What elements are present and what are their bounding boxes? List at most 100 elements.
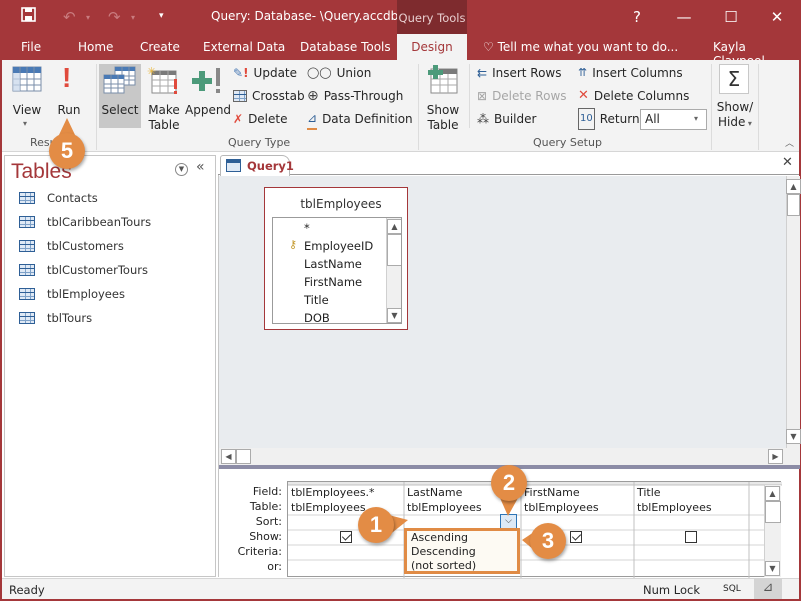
- nav-item-tblemployees[interactable]: tblEmployees: [19, 282, 125, 306]
- tab-file[interactable]: File: [21, 40, 41, 54]
- nav-item-label: tblEmployees: [47, 287, 125, 301]
- tab-home[interactable]: Home: [78, 40, 113, 54]
- pass-through-query-button[interactable]: ⊕ Pass-Through: [307, 86, 417, 106]
- grid-cell-field[interactable]: tblEmployees.*: [288, 485, 404, 500]
- select-query-button[interactable]: Select: [99, 64, 141, 128]
- tab-external-data[interactable]: External Data: [203, 40, 285, 54]
- show-checkbox[interactable]: [570, 531, 582, 543]
- crosstab-query-button[interactable]: Crosstab: [233, 86, 305, 106]
- svg-text:✳: ✳: [147, 65, 156, 78]
- table-icon: [19, 288, 35, 300]
- field-item[interactable]: DOB: [304, 309, 330, 323]
- close-button[interactable]: ✕: [757, 4, 797, 30]
- tell-me-search[interactable]: ♡ Tell me what you want to do...: [483, 40, 678, 54]
- show-hide-label: Show/Hide ▾: [716, 100, 754, 129]
- redo-dropdown-icon[interactable]: ▾: [131, 13, 135, 22]
- field-list: * ⚷ EmployeeID LastName FirstName Title …: [272, 217, 402, 324]
- status-bar: Ready Num Lock SQL ⊿: [2, 578, 799, 599]
- scroll-down-icon[interactable]: ▼: [765, 561, 780, 576]
- scroll-up-icon[interactable]: ▲: [765, 486, 780, 501]
- sort-option-descending[interactable]: Descending: [411, 545, 476, 559]
- nav-item-tblcustomertours[interactable]: tblCustomerTours: [19, 258, 148, 282]
- tab-query1[interactable]: Query1: [220, 155, 294, 176]
- undo-dropdown-icon[interactable]: ▾: [86, 13, 90, 22]
- tell-me-text: Tell me what you want to do...: [497, 40, 679, 54]
- scroll-right-icon[interactable]: ▶: [768, 449, 783, 464]
- builder-button[interactable]: ⁂ Builder: [477, 109, 572, 129]
- nav-item-tbltours[interactable]: tblTours: [19, 306, 92, 330]
- sort-option-not-sorted[interactable]: (not sorted): [411, 559, 476, 573]
- field-item[interactable]: FirstName: [304, 273, 362, 291]
- upper-vertical-scrollbar[interactable]: ▲ ▼: [786, 176, 801, 448]
- field-item[interactable]: Title: [304, 291, 329, 309]
- scroll-thumb[interactable]: [765, 501, 781, 523]
- union-icon: ◯◯: [307, 66, 332, 79]
- field-item[interactable]: *: [304, 219, 310, 237]
- view-icon: [12, 66, 42, 92]
- grid-cell-table[interactable]: tblEmployees: [404, 500, 521, 515]
- minimize-button[interactable]: —: [664, 4, 704, 30]
- grid-vertical-scrollbar[interactable]: ▲ ▼: [764, 485, 781, 577]
- help-button[interactable]: ?: [617, 4, 657, 30]
- tab-database-tools[interactable]: Database Tools: [300, 40, 391, 54]
- show-checkbox[interactable]: [685, 531, 697, 543]
- grid-cell-field[interactable]: FirstName: [521, 485, 634, 500]
- show-table-button[interactable]: Show Table: [422, 64, 464, 134]
- grid-cell-table[interactable]: tblEmployees: [634, 500, 749, 515]
- scroll-down-icon[interactable]: ▼: [387, 308, 401, 323]
- field-list-tblemployees[interactable]: tblEmployees * ⚷ EmployeeID LastName Fir…: [264, 187, 408, 330]
- undo-icon[interactable]: ↶: [63, 8, 76, 26]
- redo-icon[interactable]: ↷: [108, 8, 121, 26]
- tab-create[interactable]: Create: [140, 40, 180, 54]
- collapse-ribbon-icon[interactable]: ︿: [785, 136, 794, 149]
- field-item[interactable]: LastName: [304, 255, 362, 273]
- sort-option-ascending[interactable]: Ascending: [411, 531, 468, 545]
- union-query-button[interactable]: ◯◯ Union: [307, 63, 417, 83]
- scroll-left-icon[interactable]: ◀: [221, 449, 236, 464]
- run-button[interactable]: ! Run: [52, 62, 86, 134]
- num-lock-indicator: Num Lock: [643, 583, 700, 597]
- scroll-thumb[interactable]: [787, 194, 800, 216]
- return-select[interactable]: All ▾: [640, 109, 707, 130]
- update-query-button[interactable]: ✎! Update: [233, 63, 305, 83]
- maximize-button[interactable]: ☐: [711, 4, 751, 30]
- sort-dropdown-button[interactable]: ⌵: [500, 514, 517, 529]
- divider: [758, 64, 759, 150]
- query-setup-group-label: Query Setup: [533, 136, 602, 149]
- field-item[interactable]: EmployeeID: [304, 237, 373, 255]
- save-icon[interactable]: [21, 7, 36, 26]
- nav-item-tblcustomers[interactable]: tblCustomers: [19, 234, 124, 258]
- append-button[interactable]: Append: [185, 64, 231, 128]
- design-view-icon[interactable]: ⊿: [754, 578, 782, 599]
- scroll-thumb[interactable]: [387, 234, 401, 266]
- nav-menu-dropdown-icon[interactable]: ▼: [175, 163, 188, 176]
- tab-design[interactable]: Design: [397, 34, 467, 60]
- sql-view-button[interactable]: SQL: [723, 584, 741, 594]
- scroll-thumb[interactable]: [236, 449, 251, 464]
- grid-cell-field[interactable]: Title: [634, 485, 749, 500]
- insert-rows-button[interactable]: ⇇ Insert Rows: [477, 63, 572, 83]
- show-checkbox[interactable]: [340, 531, 352, 543]
- data-definition-query-button[interactable]: ⊿ Data Definition: [307, 109, 417, 130]
- collapse-nav-pane-icon[interactable]: «: [196, 159, 205, 175]
- insert-columns-button[interactable]: ⇈ Insert Columns: [578, 63, 708, 83]
- field-list-scrollbar[interactable]: ▲ ▼: [386, 218, 401, 323]
- divider: [711, 64, 712, 150]
- nav-item-contacts[interactable]: Contacts: [19, 186, 98, 210]
- scroll-up-icon[interactable]: ▲: [786, 179, 801, 194]
- customize-qat-icon[interactable]: ▾: [159, 11, 164, 21]
- grid-cell-table[interactable]: tblEmployees: [521, 500, 634, 515]
- show-table-label: Show Table: [426, 103, 460, 132]
- upper-horizontal-scrollbar[interactable]: ◀ ▶: [219, 448, 800, 465]
- view-button[interactable]: View ▾: [8, 64, 46, 134]
- row-label-show: Show:: [249, 530, 282, 543]
- delete-columns-button[interactable]: ✕ Delete Columns: [578, 86, 708, 106]
- row-label-criteria: Criteria:: [237, 545, 282, 558]
- nav-item-tblcaribbeantours[interactable]: tblCaribbeanTours: [19, 210, 151, 234]
- delete-query-button[interactable]: ✗ Delete: [233, 109, 305, 129]
- make-table-button[interactable]: ✳ Make Table: [144, 64, 184, 134]
- show-hide-button[interactable]: Σ Show/Hide ▾: [715, 64, 755, 134]
- close-document-icon[interactable]: ✕: [782, 155, 793, 170]
- scroll-down-icon[interactable]: ▼: [786, 429, 801, 444]
- scroll-up-icon[interactable]: ▲: [387, 219, 401, 234]
